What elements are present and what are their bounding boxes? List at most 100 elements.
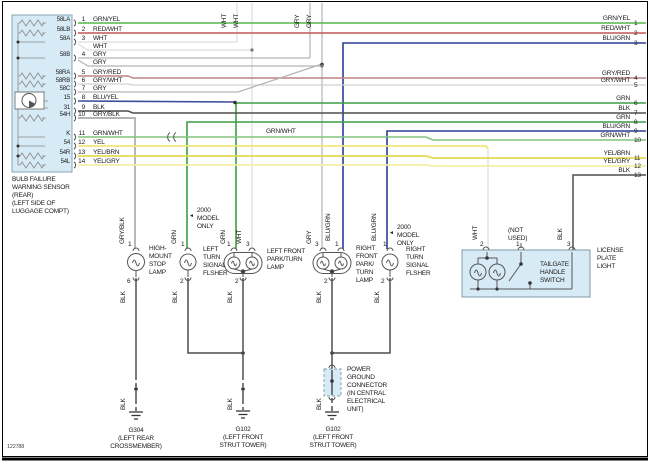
sensor-pin-number: 3 [81, 35, 86, 42]
wire-number: 6 [634, 100, 638, 107]
pwr-gnd-note-line: GROUND [347, 374, 375, 381]
wire-color-label: BLK [120, 398, 127, 410]
wire-color-label: BLU/GRN [602, 123, 631, 130]
note-arrow-icon: ◄ [389, 230, 394, 236]
left-turn-signal-flasher-symbol [180, 248, 196, 281]
sensor-terminal: 58RB [55, 78, 70, 84]
sensor-pin-number: 4 [81, 51, 86, 58]
wire-color-label: GRN/WHT [266, 128, 296, 135]
wire-color-label: BLU/GRN [602, 35, 631, 42]
wire-color-label: WHT [233, 13, 240, 28]
sensor-pin-number: 13 [78, 149, 85, 156]
wire-color-label: BLK [227, 291, 234, 303]
sensor-pin-number: 12 [78, 139, 85, 146]
sensor-terminal: 54 [63, 140, 70, 146]
junction-dot [250, 48, 254, 52]
wire-color-label: GRY [93, 51, 107, 58]
wire-number: 2 [634, 30, 638, 37]
component-label-line: SIGNAL [406, 262, 429, 269]
component-label-line: PARK/TURN [267, 256, 303, 263]
wire-color-label: GRN [616, 114, 630, 121]
ground-id: G304 [128, 427, 144, 434]
wire-color-label: GRN [616, 95, 630, 102]
diagram-id: 122788 [7, 444, 25, 450]
ground-location-line: CROSSMEMBER) [110, 443, 162, 450]
component-label-line: LIGHT [597, 263, 616, 270]
wire-number: 10 [634, 137, 641, 144]
wire-color-label: WHT [472, 225, 479, 240]
wire-color-label: GRN/YEL [602, 15, 630, 22]
wire-color-label: GRY [306, 14, 313, 28]
component-pin-number: 1 [227, 241, 231, 248]
component-label-line: LAMP [149, 269, 166, 276]
wire-color-label: GRN/WHT [600, 132, 630, 139]
wire-color-label: BLK [316, 398, 323, 410]
ground-location-line: STRUT TOWER) [219, 442, 267, 449]
wire-color-label: GRY/BLK [119, 217, 126, 244]
ground-location-line: (LEFT FRONT [223, 434, 263, 441]
sensor-terminal: 58C [59, 86, 71, 92]
component-label-line: RIGHT [356, 245, 376, 252]
wire-color-label: BLK [227, 398, 234, 410]
ground-location-line: (LEFT FRONT [313, 434, 353, 441]
sensor-pin-number: 5 [81, 69, 86, 76]
component-label-line: SIGNAL [203, 262, 226, 269]
component-pin-number: 1 [383, 241, 387, 248]
sensor-pin-number: 10 [78, 111, 85, 118]
junction-dot [320, 64, 324, 68]
wire-color-label: GRY [294, 14, 301, 28]
wire-color-label: GRY/BLK [93, 111, 120, 118]
component-label-line: LAMP [356, 277, 373, 284]
wire-color-label: BLK [557, 228, 564, 240]
wire-color-label: WHT [93, 43, 108, 50]
license-plate-light-box [462, 243, 590, 297]
wire-color-label: GRN/YEL [93, 16, 121, 23]
wire-color-label: YEL/GRY [93, 158, 120, 165]
wire-color-label: GRY [93, 59, 107, 66]
sensor-name-line: (REAR) [12, 192, 34, 199]
sensor-pin-number: 7 [81, 85, 86, 92]
switch-label-line: TAILGATE [540, 261, 569, 268]
component-pin-number: 1 [181, 241, 185, 248]
wire-color-label: BLU/GRN [371, 213, 378, 242]
sensor-pin-number: 1 [81, 16, 86, 23]
junction-dot [233, 100, 237, 105]
wire-color-label: GRY/RED [93, 69, 122, 76]
sensor-terminal: 58A [59, 36, 70, 42]
component-label-line: PLATE [597, 255, 617, 262]
pwr-gnd-note-line: CONNECTOR [347, 382, 387, 389]
wire-number: 1 [634, 20, 638, 27]
wire-number: 9 [634, 128, 638, 135]
wire-color-label: BLK [618, 105, 630, 112]
ground-id: G102 [235, 426, 251, 433]
wire-color-label: BLU/YEL [93, 94, 119, 101]
sensor-pin-number: 2 [81, 26, 86, 33]
sensor-terminal: 58LA [56, 17, 70, 23]
component-label-line: MOUNT [149, 253, 172, 260]
component-label-line: RIGHT [406, 246, 426, 253]
sensor-pin-number: 14 [78, 158, 85, 165]
sensor-name-line: BULB FAILURE [12, 176, 56, 183]
sensor-terminal: 58RA [55, 70, 70, 76]
component-pin-number: 2 [480, 241, 484, 248]
component-pin-number: 2 [235, 278, 239, 285]
wire-color-label: YEL/GRY [603, 158, 630, 165]
component-label-line: TURN [356, 269, 374, 276]
pwr-gnd-note-line: (IN CENTRAL [347, 390, 386, 397]
pwr-gnd-note-line: POWER [347, 366, 371, 373]
sensor-terminal: 54L [60, 159, 71, 165]
wire-number: 3 [634, 40, 638, 47]
sensor-terminal: 58B [59, 52, 70, 58]
component-label-line: LEFT [203, 246, 219, 253]
wire-number: 12 [634, 163, 641, 170]
component-label-line: LAMP [267, 264, 284, 271]
component-pin-number: 1 [516, 241, 520, 248]
wire-number: 13 [634, 172, 641, 179]
sensor-pin-number: 6 [81, 77, 86, 84]
wire-color-label: BLK [374, 291, 381, 303]
model-note-line: MODEL [397, 232, 420, 239]
wire-color-label: GRN/WHT [93, 130, 123, 137]
wire-color-label: BLK [316, 291, 323, 303]
component-pin-number: 3 [315, 241, 319, 248]
pwr-gnd-note-line: ELECTRICAL [347, 398, 386, 405]
